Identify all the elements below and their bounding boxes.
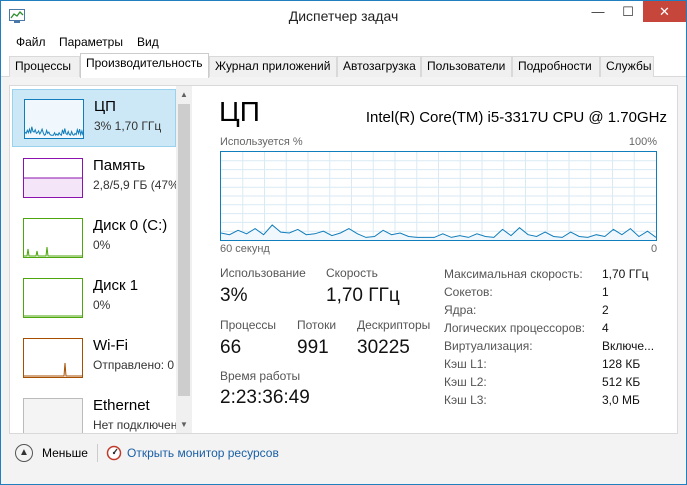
handles-label: Дескрипторы [357,318,431,332]
resource-name: ЦП [94,98,116,115]
disk0-thumbnail-graph [23,218,83,258]
resource-item-memory[interactable]: Память 2,8/5,9 ГБ (47%) [12,149,176,207]
scrollbar-thumb[interactable] [178,104,190,396]
performance-panel: ЦП 3% 1,70 ГГц Память 2,8/5,9 ГБ (47%) Д… [9,85,678,434]
menu-bar: Файл Параметры Вид [1,32,686,53]
menu-options[interactable]: Параметры [59,35,123,49]
cpu-heading: ЦП [219,96,260,127]
speed-label: Скорость [326,266,378,280]
tab-services[interactable]: Службы [600,56,654,77]
resource-subtitle: 2,8/5,9 ГБ (47%) [93,178,176,192]
resource-item-cpu[interactable]: ЦП 3% 1,70 ГГц [12,89,176,147]
chevron-up-icon[interactable]: ▲ [15,444,33,462]
uptime-label: Время работы [220,369,301,383]
spec-value: 512 КБ [602,375,641,389]
menu-view[interactable]: Вид [137,35,159,49]
handles-value: 30225 [357,337,410,358]
cpu-model: Intel(R) Core(TM) i5-3317U CPU @ 1.70GHz [365,109,667,126]
graph-time-end-label: 0 [651,243,658,255]
graph-usage-label: Используется % [220,136,303,148]
spec-value: 3,0 МБ [602,393,640,407]
spec-label: Кэш L1: [444,357,487,371]
tab-users[interactable]: Пользователи [421,56,512,77]
title-bar[interactable]: Диспетчер задач — ☐ ✕ [1,1,686,32]
resource-item-disk-0[interactable]: Диск 0 (C:) 0% [12,209,176,267]
resource-subtitle: 0% [93,238,111,252]
tab-processes[interactable]: Процессы [9,56,80,77]
processes-value: 66 [220,337,242,358]
cpu-graph-canvas [220,152,657,240]
resource-subtitle: Отправлено: 0 [93,358,175,372]
spec-value: 128 КБ [602,357,641,371]
ethernet-thumbnail-graph [23,398,83,433]
processes-label: Процессы [220,318,277,332]
resource-name: Диск 1 [93,277,139,294]
cpu-detail-pane: ЦП Intel(R) Core(TM) i5-3317U CPU @ 1.70… [193,86,677,433]
spec-label: Кэш L3: [444,393,487,407]
spec-value: 1,70 ГГц [602,267,649,281]
task-manager-window: Диспетчер задач — ☐ ✕ Файл Параметры Вид… [0,0,687,485]
open-resource-monitor-link[interactable]: Открыть монитор ресурсов [127,446,279,460]
footer-bar: ▲ Меньше Открыть монитор ресурсов [1,436,686,484]
spec-label: Кэш L2: [444,375,487,389]
spec-value: 1 [602,285,609,299]
uptime-value: 2:23:36:49 [220,387,310,408]
resource-monitor-icon[interactable] [106,445,122,461]
usage-value: 3% [220,285,248,306]
spec-label: Логических процессоров: [444,321,585,335]
spec-label: Максимальная скорость: [444,267,583,281]
scroll-down-arrow-icon[interactable]: ▼ [176,416,192,433]
resource-subtitle: Нет подключения [93,418,176,432]
tab-performance[interactable]: Производительность [80,53,209,78]
footer-divider [97,444,98,462]
memory-thumbnail-graph [23,158,83,198]
speed-value: 1,70 ГГц [326,285,400,306]
minimize-button[interactable]: — [583,1,613,22]
close-button[interactable]: ✕ [643,1,686,22]
resource-name: Диск 0 (C:) [93,217,168,234]
tab-startup[interactable]: Автозагрузка [337,56,421,77]
resource-list: ЦП 3% 1,70 ГГц Память 2,8/5,9 ГБ (47%) Д… [10,86,176,433]
fewer-details-button[interactable]: Меньше [42,446,88,460]
resource-name: Память [93,157,146,174]
resource-subtitle: 0% [93,298,111,312]
disk1-thumbnail-graph [23,278,83,318]
spec-value: 2 [602,303,609,317]
cpu-thumbnail-graph [24,99,84,139]
resource-list-scrollbar[interactable]: ▲ ▼ [176,86,192,433]
spec-value: 4 [602,321,609,335]
resource-subtitle: 3% 1,70 ГГц [94,119,162,133]
tab-app-history[interactable]: Журнал приложений [209,56,337,77]
spec-label: Сокетов: [444,285,493,299]
scroll-up-arrow-icon[interactable]: ▲ [176,86,192,103]
resource-item-disk-1[interactable]: Диск 1 0% [12,269,176,327]
resource-name: Wi-Fi [93,337,128,354]
maximize-button[interactable]: ☐ [613,1,643,22]
threads-value: 991 [297,337,329,358]
tab-strip: Процессы Производительность Журнал прило… [1,53,686,78]
wifi-thumbnail-graph [23,338,83,378]
graph-time-span-label: 60 секунд [220,243,270,255]
usage-label: Использование [220,266,306,280]
spec-label: Виртуализация: [444,339,533,353]
cpu-usage-graph [220,151,657,241]
spec-label: Ядра: [444,303,477,317]
resource-name: Ethernet [93,397,150,414]
resource-item-wifi[interactable]: Wi-Fi Отправлено: 0 [12,329,176,387]
graph-max-label: 100% [628,136,657,148]
menu-file[interactable]: Файл [16,35,46,49]
resource-item-ethernet[interactable]: Ethernet Нет подключения [12,389,176,433]
tab-details[interactable]: Подробности [512,56,600,77]
spec-value: Включе... [602,339,655,353]
threads-label: Потоки [297,318,337,332]
